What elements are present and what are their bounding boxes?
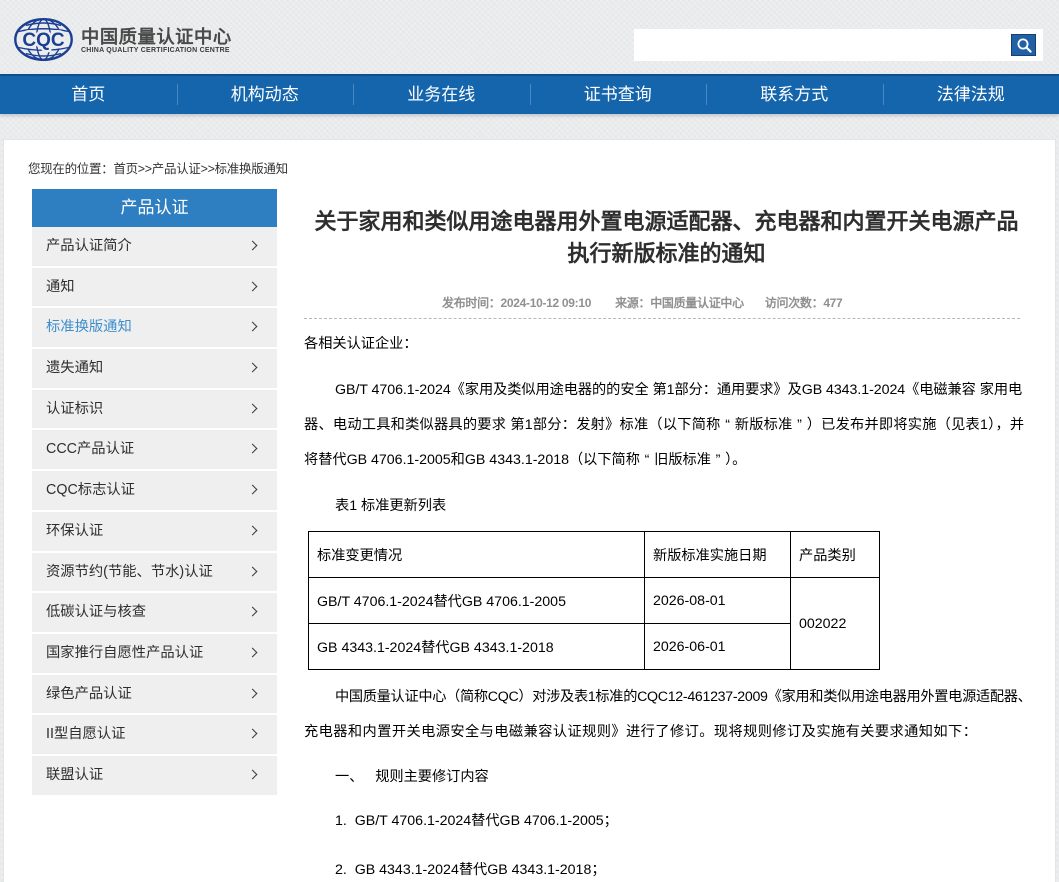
svg-text:CQC: CQC (22, 30, 65, 51)
